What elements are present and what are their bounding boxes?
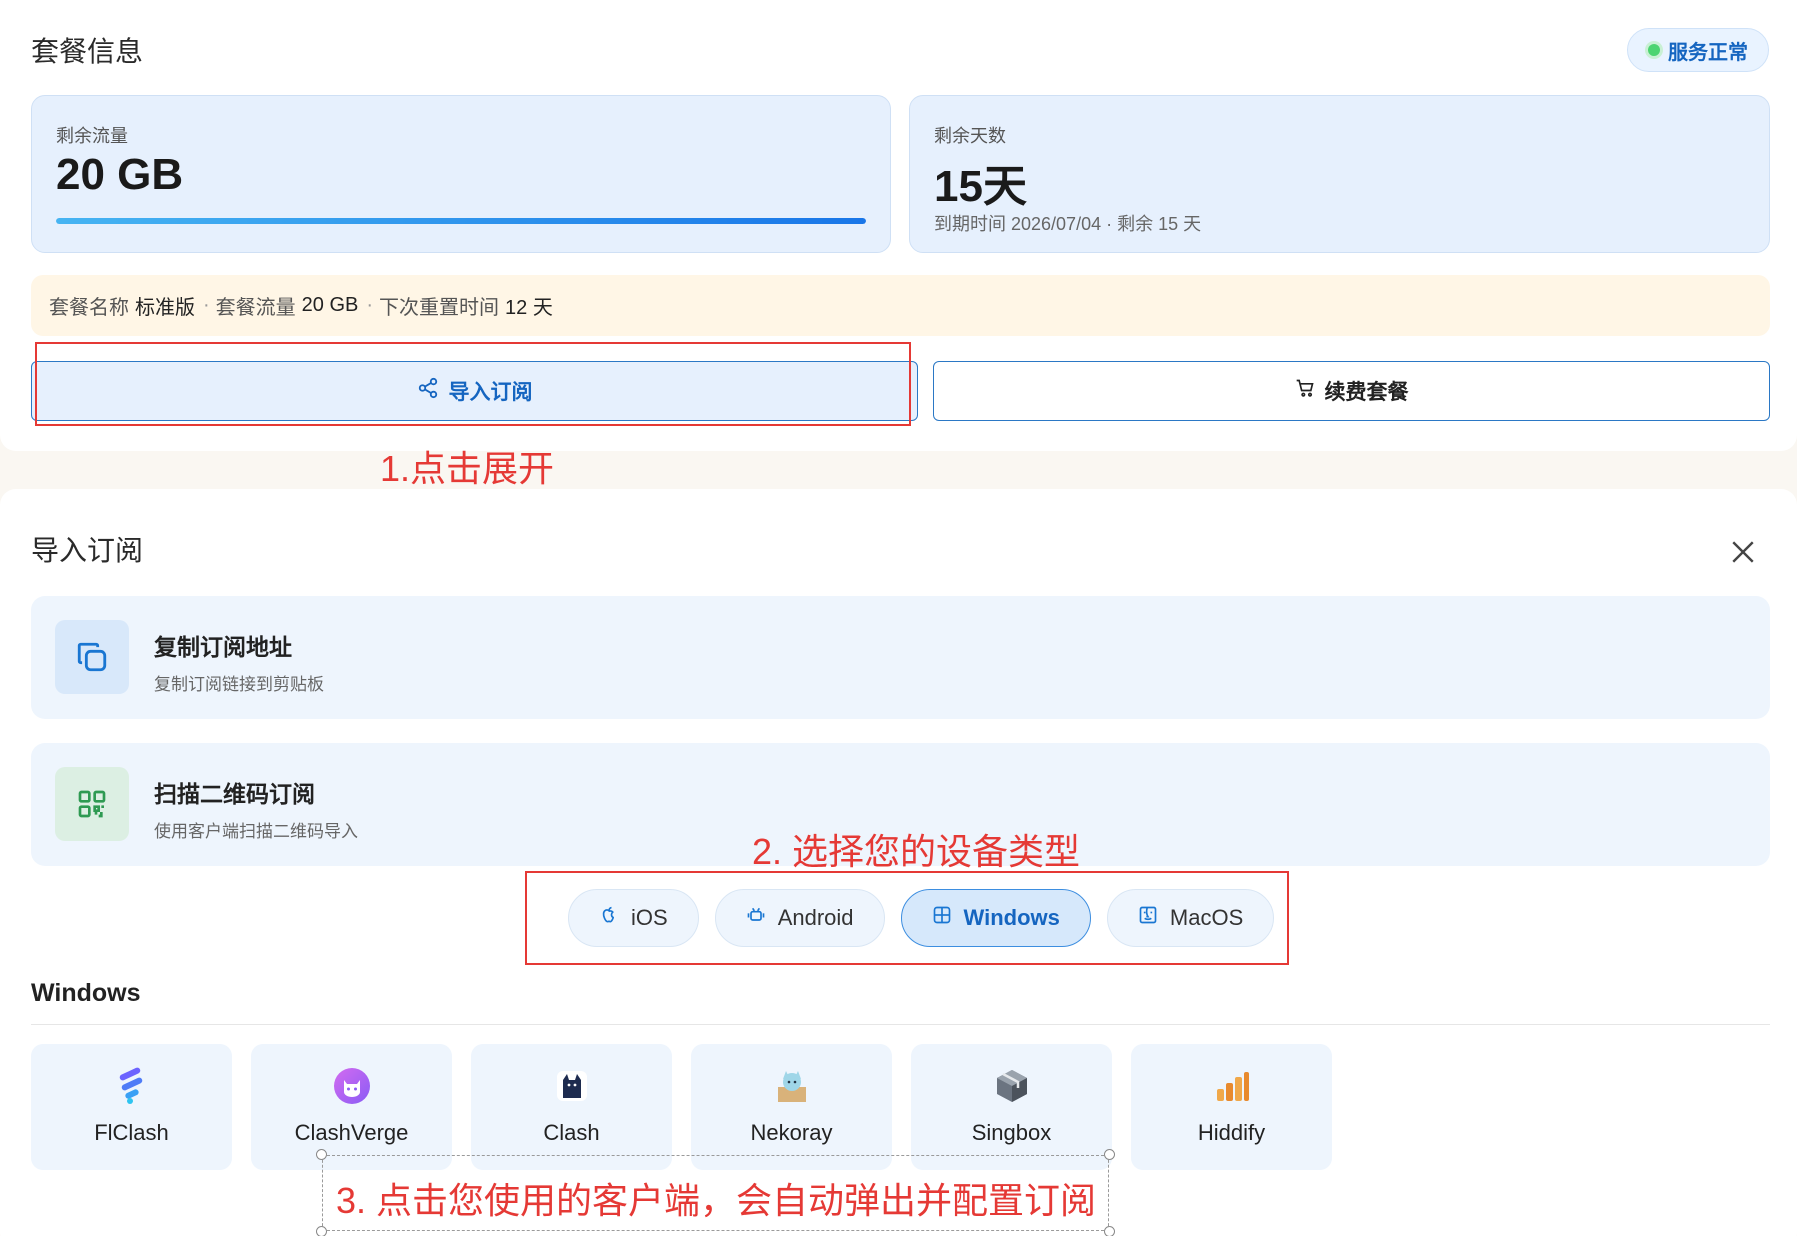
import-title: 导入订阅 xyxy=(31,535,144,566)
plan-info-separator: · xyxy=(203,294,210,316)
days-value: 15天 xyxy=(934,162,1027,211)
copy-subscription-option[interactable]: 复制订阅地址 复制订阅链接到剪贴板 xyxy=(31,596,1770,719)
platform-heading: Windows xyxy=(31,979,141,1007)
qr-subscription-desc: 使用客户端扫描二维码导入 xyxy=(154,822,358,841)
android-icon xyxy=(746,905,766,931)
step3-annotation: 3. 点击您使用的客户端，会自动弹出并配置订阅 xyxy=(336,1180,1097,1221)
nekoray-icon xyxy=(772,1066,812,1106)
days-label: 剩余天数 xyxy=(934,126,1006,146)
client-name: ClashVerge xyxy=(294,1120,409,1145)
status-dot-icon xyxy=(1648,44,1660,56)
device-tabs: iOS Android Windows MacOS xyxy=(568,889,1275,947)
tab-android-label: Android xyxy=(777,905,854,930)
renew-plan-label: 续费套餐 xyxy=(1324,381,1409,404)
tab-ios[interactable]: iOS xyxy=(568,889,699,947)
plan-info-bar: 套餐名称 标准版 · 套餐流量 20 GB · 下次重置时间 12 天 xyxy=(31,275,1770,336)
resize-handle-icon xyxy=(1104,1226,1115,1236)
tab-ios-label: iOS xyxy=(631,905,668,930)
tab-windows[interactable]: Windows xyxy=(900,889,1091,947)
days-box: 剩余天数 15天 到期时间 2026/07/04 · 剩余 15 天 xyxy=(909,95,1770,253)
copy-subscription-title: 复制订阅地址 xyxy=(154,634,292,660)
client-clashverge[interactable]: ClashVerge xyxy=(251,1044,452,1170)
qr-subscription-title: 扫描二维码订阅 xyxy=(154,781,315,807)
client-name: Nekoray xyxy=(750,1120,833,1145)
client-nekoray[interactable]: Nekoray xyxy=(691,1044,892,1170)
resize-handle-icon xyxy=(316,1149,327,1160)
tab-windows-label: Windows xyxy=(963,905,1060,930)
traffic-box: 剩余流量 20 GB xyxy=(31,95,891,253)
client-name: FlClash xyxy=(94,1120,169,1145)
copy-subscription-desc: 复制订阅链接到剪贴板 xyxy=(154,675,324,694)
tab-macos-label: MacOS xyxy=(1169,905,1244,930)
status-text: 服务正常 xyxy=(1668,41,1748,64)
tab-macos[interactable]: MacOS xyxy=(1106,889,1275,947)
traffic-label: 剩余流量 xyxy=(56,126,128,146)
resize-handle-icon xyxy=(316,1226,327,1236)
apple-icon xyxy=(599,905,619,931)
clashverge-icon xyxy=(332,1066,372,1106)
status-badge: 服务正常 xyxy=(1627,28,1769,72)
plan-name-label: 套餐名称 xyxy=(49,297,129,319)
client-singbox[interactable]: Singbox xyxy=(911,1044,1112,1170)
flclash-icon xyxy=(112,1066,152,1106)
plan-traffic-value: 20 GB xyxy=(301,294,359,316)
step1-annotation: 1.点击展开 xyxy=(380,448,555,489)
tab-android[interactable]: Android xyxy=(714,889,885,947)
close-icon xyxy=(1730,539,1756,570)
expiry-text: 到期时间 2026/07/04 · 剩余 15 天 xyxy=(934,214,1202,234)
client-hiddify[interactable]: Hiddify xyxy=(1131,1044,1332,1170)
copy-icon xyxy=(55,620,129,694)
step1-highlight xyxy=(35,342,911,426)
step2-annotation: 2. 选择您的设备类型 xyxy=(752,831,1081,872)
plan-title: 套餐信息 xyxy=(31,36,144,67)
resize-handle-icon xyxy=(1104,1149,1115,1160)
plan-name-value: 标准版 xyxy=(135,297,195,319)
cart-icon xyxy=(1295,378,1315,404)
traffic-progress xyxy=(56,218,866,224)
plan-reset-value: 12 天 xyxy=(505,297,553,319)
macos-icon xyxy=(1138,905,1158,931)
traffic-progress-fill xyxy=(56,218,866,224)
plan-traffic-label: 套餐流量 xyxy=(215,297,296,319)
hiddify-icon xyxy=(1212,1066,1252,1106)
client-list: FlClash ClashVerge Clash Nekoray Singbox… xyxy=(31,1044,1332,1170)
client-clash[interactable]: Clash xyxy=(471,1044,672,1170)
client-name: Hiddify xyxy=(1197,1120,1266,1145)
client-name: Clash xyxy=(543,1120,600,1145)
plan-info-separator: · xyxy=(366,294,374,316)
divider xyxy=(31,1024,1770,1025)
close-button[interactable] xyxy=(1725,536,1761,572)
clash-icon xyxy=(552,1066,592,1106)
plan-reset-label: 下次重置时间 xyxy=(379,297,500,319)
client-name: Singbox xyxy=(971,1120,1052,1145)
qr-code-icon xyxy=(55,767,129,841)
windows-icon xyxy=(932,905,952,931)
renew-plan-button[interactable]: 续费套餐 xyxy=(933,361,1770,421)
traffic-value: 20 GB xyxy=(56,150,184,199)
singbox-icon xyxy=(992,1066,1032,1106)
import-panel: 导入订阅 复制订阅地址 复制订阅链接到剪贴板 扫描二维码订阅 使用客户端扫描二维 xyxy=(0,489,1797,1236)
client-flclash[interactable]: FlClash xyxy=(31,1044,232,1170)
